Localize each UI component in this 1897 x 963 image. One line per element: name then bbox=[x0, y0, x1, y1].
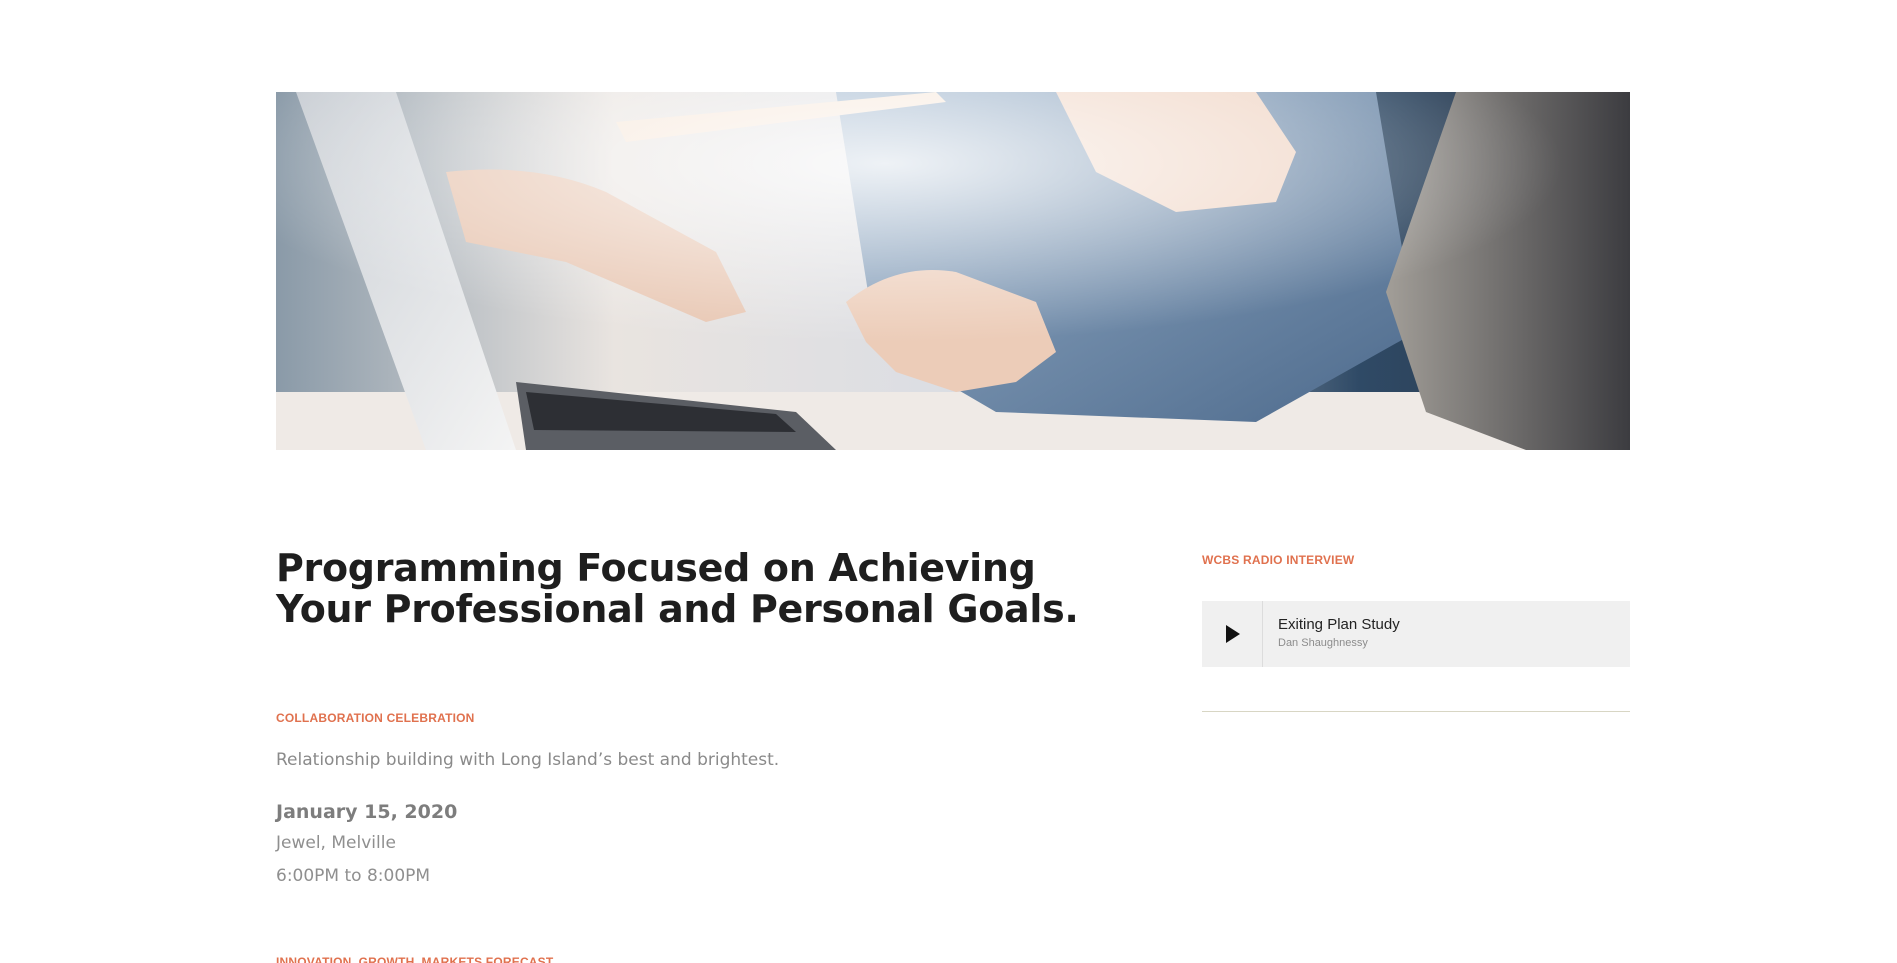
event-description: Relationship building with Long Island’s… bbox=[276, 750, 780, 770]
hero-photo-illustration bbox=[276, 92, 1630, 450]
play-icon bbox=[1226, 625, 1240, 643]
next-event-category-label: INNOVATION, GROWTH, MARKETS FORECAST bbox=[276, 955, 554, 963]
page-title: Programming Focused on Achieving Your Pr… bbox=[276, 546, 1079, 631]
event-time: 6:00PM to 8:00PM bbox=[276, 866, 431, 886]
hero-image bbox=[276, 92, 1630, 450]
radio-interview-heading: WCBS RADIO INTERVIEW bbox=[1202, 553, 1355, 567]
track-title: Exiting Plan Study bbox=[1278, 616, 1400, 633]
track-artist: Dan Shaughnessy bbox=[1278, 637, 1368, 649]
event-date: January 15, 2020 bbox=[276, 801, 458, 823]
event-venue: Jewel, Melville bbox=[276, 833, 396, 853]
play-button[interactable] bbox=[1202, 601, 1263, 667]
event-category-label: COLLABORATION CELEBRATION bbox=[276, 711, 475, 725]
audio-player: Exiting Plan Study Dan Shaughnessy bbox=[1202, 601, 1630, 667]
sidebar-divider bbox=[1202, 711, 1630, 712]
page: Programming Focused on Achieving Your Pr… bbox=[0, 0, 1897, 963]
